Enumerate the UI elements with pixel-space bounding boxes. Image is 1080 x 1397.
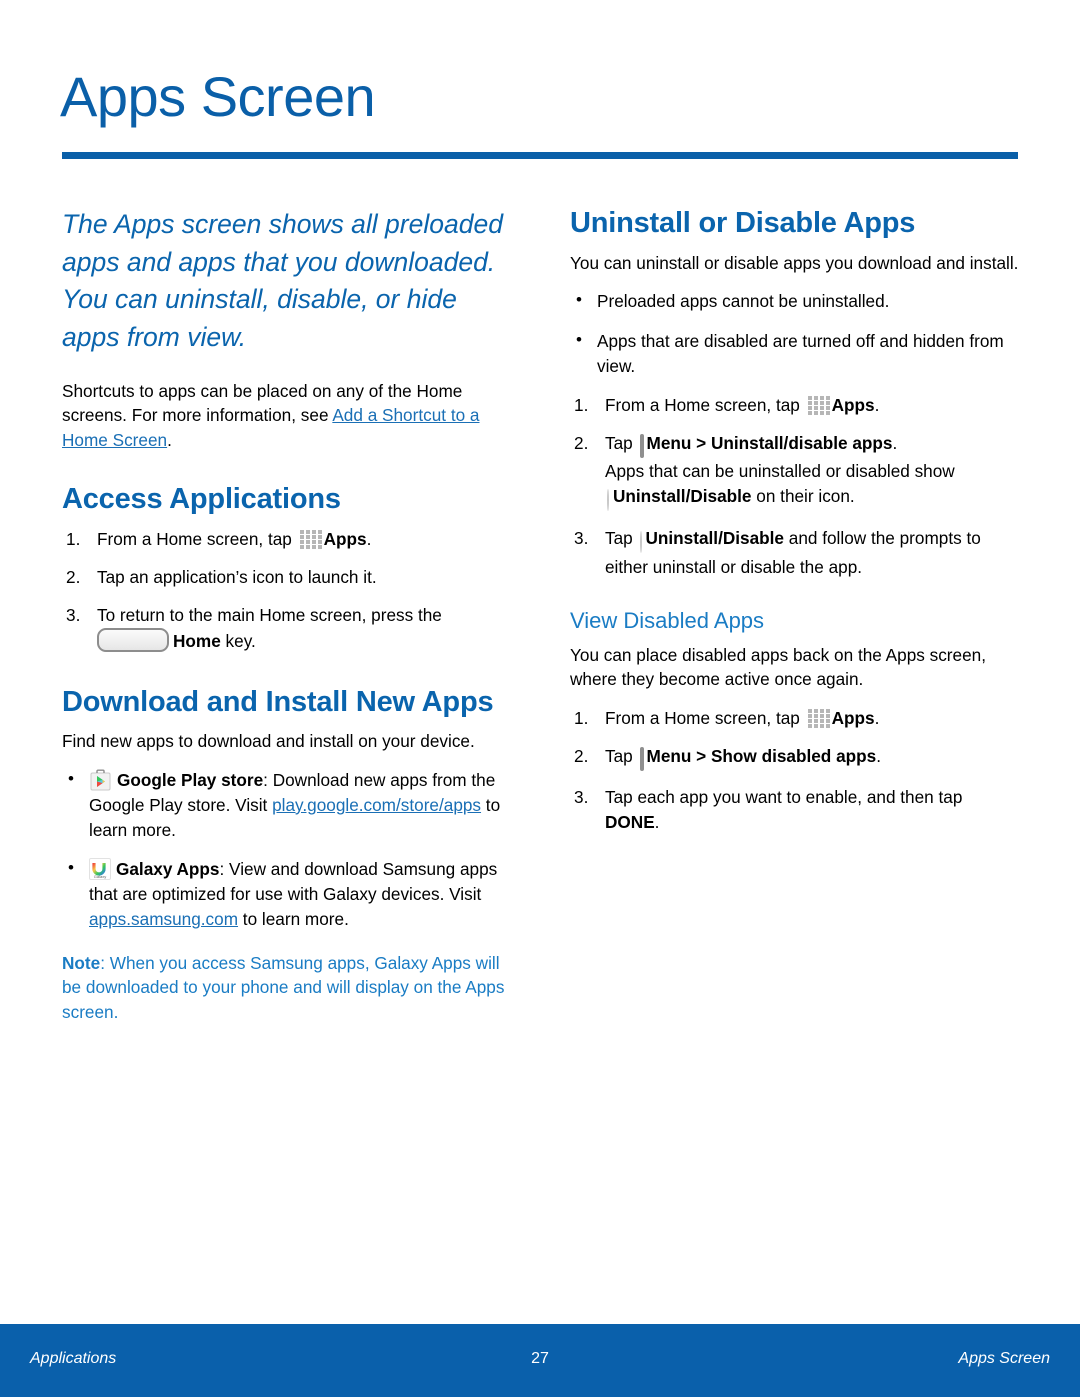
step-bold-home: Home <box>173 631 221 652</box>
title-underline-rule <box>62 152 1018 159</box>
step-bold-menu-path: Menu > Uninstall/disable apps <box>646 432 893 453</box>
step-text-tail: . <box>874 707 880 728</box>
menu-icon <box>639 433 644 458</box>
samsung-apps-url-link[interactable]: apps.samsung.com <box>89 909 238 929</box>
step-text: From a Home screen, tap <box>605 707 805 728</box>
note-text: : When you access Samsung apps, Galaxy A… <box>62 952 505 1022</box>
step-item: Tap Menu > Uninstall/disable apps. Apps t… <box>570 431 1022 513</box>
heading-access-applications: Access Applications <box>62 483 341 516</box>
intro-text-after-link: . <box>167 429 172 450</box>
heading-uninstall-disable: Uninstall or Disable Apps <box>570 207 916 239</box>
access-applications-steps: From a Home screen, tap Apps. Tap an app… <box>62 527 514 654</box>
step-item: From a Home screen, tap Apps. <box>570 706 1022 731</box>
step-text: Tap <box>605 746 638 767</box>
step-text-tail: . <box>874 394 880 415</box>
step-text-tail: . <box>876 746 881 767</box>
home-key-icon <box>97 628 169 653</box>
google-play-store-icon <box>89 768 112 791</box>
uninstall-intro: You can uninstall or disable apps you do… <box>570 252 1019 273</box>
list-item: Apps that are disabled are turned off an… <box>570 327 1022 379</box>
heading-download-install: Download and Install New Apps <box>62 685 494 718</box>
bullet-bold-google-play: Google Play store <box>117 769 264 790</box>
step-item: Tap Uninstall/Disable and follow the pro… <box>570 526 1022 580</box>
uninstall-disable-icon <box>607 489 609 512</box>
step-text-tail: . <box>892 432 898 453</box>
page-title: Apps Screen <box>60 65 376 128</box>
right-column: Uninstall or Disable Apps You can uninst… <box>570 206 1022 848</box>
note-label: Note <box>62 952 101 973</box>
step-text: Tap <box>605 528 638 549</box>
step-item: Tap each app you want to enable, and the… <box>570 785 1022 835</box>
play-store-url-link[interactable]: play.google.com/store/apps <box>272 795 481 815</box>
step-text: Tap <box>605 432 638 453</box>
footer-topic-label: Apps Screen <box>958 1350 1050 1367</box>
uninstall-disable-icon <box>639 531 642 554</box>
step-bold-menu-path: Menu > Show disabled apps <box>646 746 877 767</box>
step-bold-apps: Apps <box>831 394 875 415</box>
step-text: From a Home screen, tap <box>605 394 805 415</box>
bullet-text-tail: to learn more. <box>238 909 349 930</box>
step-text: Tap each app you want to enable, and the… <box>605 787 963 808</box>
menu-icon <box>639 747 644 772</box>
list-item: GalaxyGalaxy Apps: View and download Sam… <box>62 856 514 932</box>
step-bold-apps: Apps <box>323 529 367 550</box>
step-bold-uninstall-disable: Uninstall/Disable <box>613 486 752 507</box>
step-text-tail: . <box>366 529 372 550</box>
apps-grid-icon <box>299 530 322 550</box>
view-disabled-steps: From a Home screen, tap Apps. Tap Menu >… <box>570 706 1022 835</box>
galaxy-icon-label: Galaxy <box>93 874 107 880</box>
step-item: Tap an application’s icon to launch it. <box>66 565 377 590</box>
footer-page-number: 27 <box>531 1350 549 1367</box>
view-disabled-intro: You can place disabled apps back on the … <box>570 644 986 690</box>
intro-paragraph: Shortcuts to apps can be placed on any o… <box>62 379 514 453</box>
step-text: From a Home screen, tap <box>97 529 297 550</box>
step-text-tail: . <box>654 812 660 833</box>
step-text-tail: on their icon. <box>751 486 855 507</box>
intro-lede: The Apps screen shows all preloaded apps… <box>62 209 503 352</box>
page-footer: Applications 27 Apps Screen <box>0 1324 1080 1397</box>
step-item: From a Home screen, tap Apps. <box>62 527 514 552</box>
note-paragraph: Note: When you access Samsung apps, Gala… <box>62 951 514 1025</box>
uninstall-bullets: Preloaded apps cannot be uninstalled. Ap… <box>570 288 1022 379</box>
left-column: The Apps screen shows all preloaded apps… <box>62 206 514 1024</box>
step-text-tail: key. <box>220 631 256 652</box>
list-item: Preloaded apps cannot be uninstalled. <box>570 288 1022 314</box>
bullet-bold-galaxy-apps: Galaxy Apps <box>116 859 220 880</box>
apps-grid-icon <box>807 395 830 415</box>
list-item: Google Play store: Download new apps fro… <box>62 767 514 843</box>
step-bold-uninstall-disable: Uninstall/Disable <box>645 528 785 549</box>
heading-view-disabled-apps: View Disabled Apps <box>570 608 765 634</box>
step-bold-done: DONE <box>605 812 655 833</box>
step-bold-apps: Apps <box>831 707 875 728</box>
apps-grid-icon <box>807 708 830 728</box>
step-text-line2: Apps that can be uninstalled or disabled… <box>605 460 955 481</box>
download-intro: Find new apps to download and install on… <box>62 731 475 752</box>
step-text: To return to the main Home screen, press… <box>97 605 442 626</box>
uninstall-steps: From a Home screen, tap Apps. Tap Menu >… <box>570 393 1022 581</box>
galaxy-apps-icon: Galaxy <box>89 858 111 881</box>
step-item: To return to the main Home screen, press… <box>62 603 514 654</box>
download-bullets: Google Play store: Download new apps fro… <box>62 767 514 933</box>
step-item: From a Home screen, tap Apps. <box>570 393 1022 418</box>
step-item: Tap Menu > Show disabled apps. <box>570 744 1022 772</box>
